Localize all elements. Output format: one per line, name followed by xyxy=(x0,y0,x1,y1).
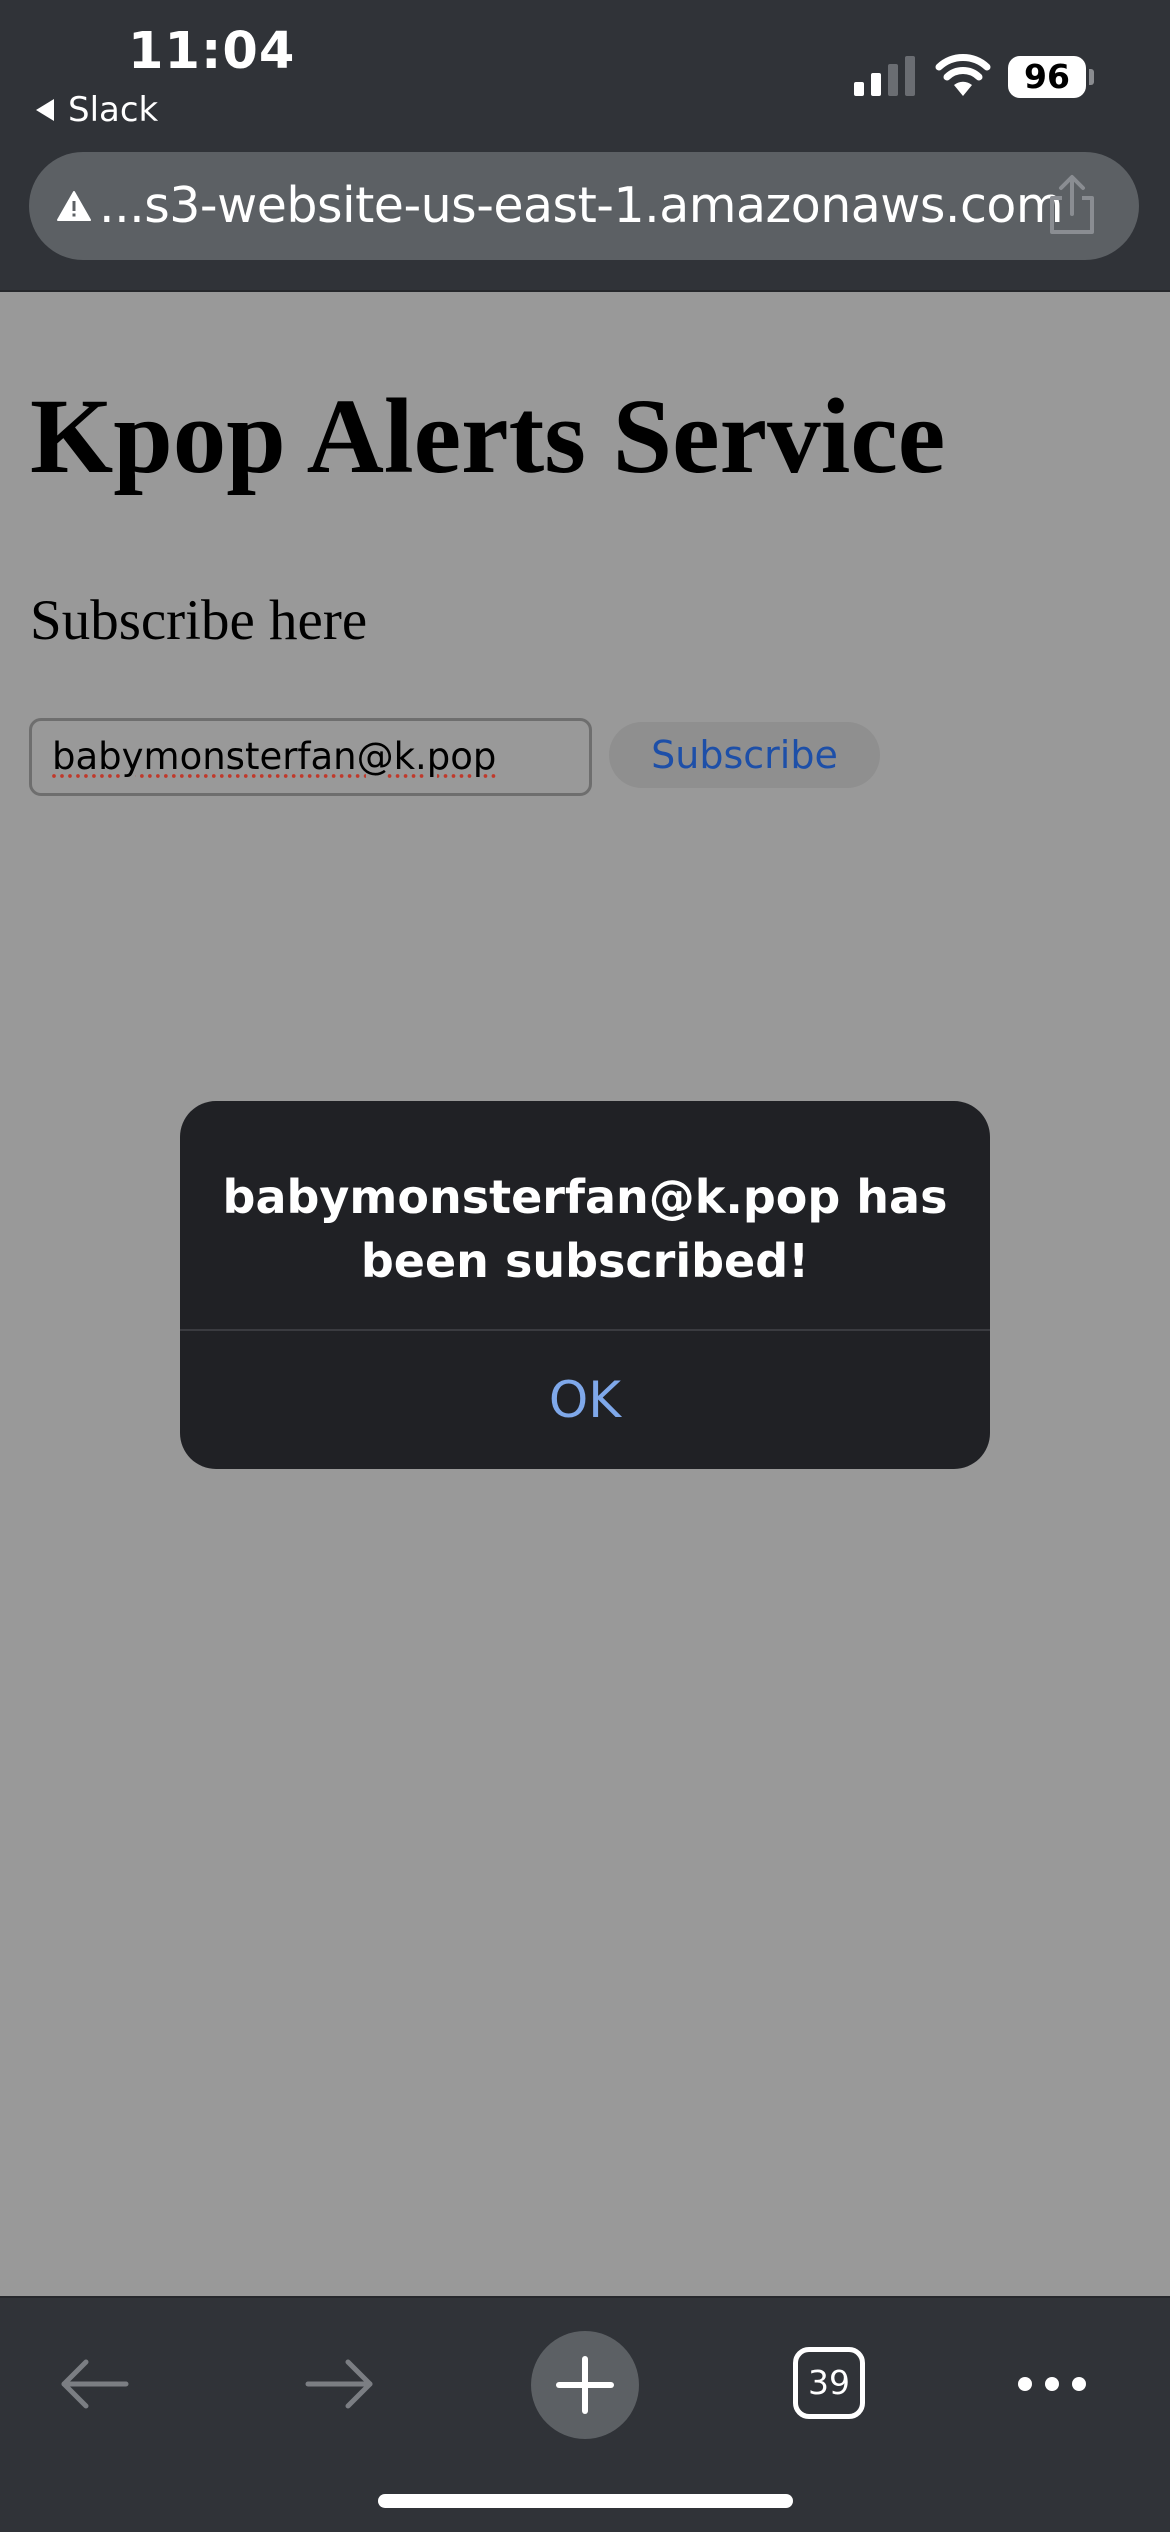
home-indicator xyxy=(378,2494,793,2508)
status-time: 11:04 xyxy=(128,22,296,81)
url-text: ...s3-website-us-east-1.amazonaws.com xyxy=(99,177,1064,234)
email-input[interactable]: babymonsterfan@k.pop xyxy=(29,718,592,796)
back-app-label: Slack xyxy=(68,90,159,130)
arrow-right-icon[interactable] xyxy=(304,2358,376,2410)
page-title: Kpop Alerts Service xyxy=(30,378,946,496)
tab-switcher-button[interactable]: 39 xyxy=(793,2347,865,2419)
new-tab-button[interactable] xyxy=(531,2331,639,2439)
warning-icon xyxy=(57,191,91,221)
alert-message: babymonsterfan@k.pop has been subscribed… xyxy=(222,1170,948,1288)
battery-nub xyxy=(1089,69,1094,85)
share-icon[interactable] xyxy=(1042,174,1102,236)
address-bar[interactable]: ...s3-website-us-east-1.amazonaws.com xyxy=(29,152,1139,260)
alert-ok-button[interactable]: OK xyxy=(180,1331,990,1469)
back-triangle-icon xyxy=(36,99,54,121)
back-to-app-button[interactable]: Slack xyxy=(36,90,158,130)
cellular-signal-icon xyxy=(854,56,915,96)
ellipsis-icon[interactable] xyxy=(1016,2374,1088,2394)
wifi-icon xyxy=(935,54,991,96)
alert-dialog: babymonsterfan@k.pop has been subscribed… xyxy=(180,1101,990,1469)
arrow-left-icon[interactable] xyxy=(58,2358,130,2410)
plus-icon xyxy=(556,2356,614,2414)
browser-top-chrome: 11:04 Slack 96 ...s3-website-us-east-1.a… xyxy=(0,0,1170,292)
battery-level: 96 xyxy=(1008,56,1086,98)
subscribe-heading: Subscribe here xyxy=(30,589,368,652)
battery-indicator: 96 xyxy=(1008,56,1094,98)
email-input-value: babymonsterfan@k.pop xyxy=(52,735,497,778)
subscribe-button[interactable]: Subscribe xyxy=(609,722,880,788)
